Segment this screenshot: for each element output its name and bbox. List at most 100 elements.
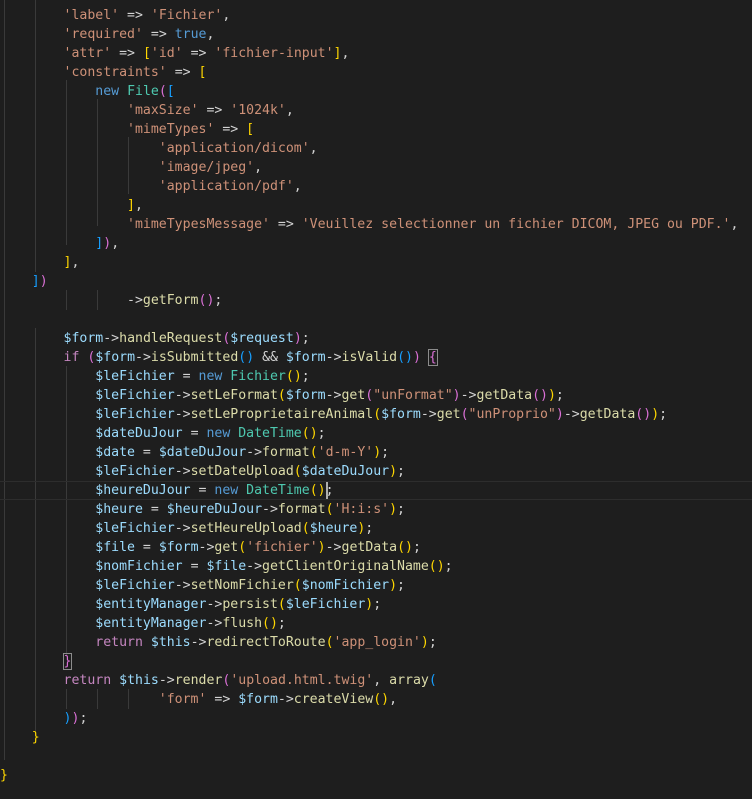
code-line[interactable]: 'application/dicom',: [0, 139, 752, 158]
code-punctuation: ,: [285, 103, 294, 118]
code-punctuation: ->: [325, 540, 342, 555]
code-line[interactable]: $leFichier->setNomFichier($nomFichier);: [0, 576, 752, 595]
code-line[interactable]: if ($form->isSubmitted() && $form->isVal…: [0, 348, 752, 367]
code-bracket: ): [39, 274, 48, 289]
code-line[interactable]: ->getForm();: [0, 291, 752, 310]
code-line[interactable]: 'form' => $form->createView(),: [0, 690, 752, 709]
code-line[interactable]: $leFichier->setDateUpload($dateDuJour);: [0, 462, 752, 481]
code-punctuation: ;: [277, 616, 286, 631]
code-control-keyword: return: [63, 673, 112, 688]
code-variable: $leFichier: [95, 407, 175, 422]
code-variable: $form: [63, 331, 104, 346]
code-punctuation: ,: [206, 27, 215, 42]
code-punctuation: =: [182, 426, 207, 441]
code-punctuation: ;: [555, 388, 564, 403]
code-function: createView: [293, 692, 374, 707]
code-line[interactable]: $heure = $heureDuJour->format('H:i:s');: [0, 500, 752, 519]
code-punctuation: [0, 198, 127, 213]
code-line[interactable]: 'application/pdf',: [0, 177, 752, 196]
code-punctuation: [0, 483, 95, 498]
code-line[interactable]: 'maxSize' => '1024k',: [0, 101, 752, 120]
code-line[interactable]: 'image/jpeg',: [0, 158, 752, 177]
code-punctuation: [0, 179, 159, 194]
text-cursor: [326, 482, 328, 499]
code-bracket: (: [293, 464, 302, 479]
code-class-name: DateTime: [238, 426, 302, 441]
code-line[interactable]: }: [0, 766, 752, 785]
code-punctuation: [0, 578, 95, 593]
code-variable: $dateDuJour: [158, 445, 247, 460]
code-line[interactable]: ]),: [0, 234, 752, 253]
code-punctuation: [0, 597, 95, 612]
code-bracket: (: [460, 407, 469, 422]
code-bracket: ): [420, 635, 429, 650]
code-line[interactable]: $nomFichier = $file->getClientOriginalNa…: [0, 557, 752, 576]
code-line[interactable]: return $this->render ('upload.html.twig',…: [0, 671, 752, 690]
code-string: 'image/jpeg': [158, 160, 255, 175]
code-line[interactable]: $date = $dateDuJour->format('d-m-Y');: [0, 443, 752, 462]
code-line[interactable]: ]): [0, 272, 752, 291]
code-string: 'H:i:s': [333, 502, 390, 517]
code-editor[interactable]: 'label' => 'Fichier', 'required' => true…: [0, 0, 752, 799]
code-string: 'form': [158, 692, 207, 707]
code-line[interactable]: $heureDuJour = new DateTime();: [0, 481, 752, 500]
code-punctuation: [0, 84, 95, 99]
code-bracket: (): [309, 483, 326, 498]
code-punctuation: [0, 426, 95, 441]
code-class-name: File: [127, 84, 159, 99]
code-keyword: true: [174, 27, 207, 42]
code-line[interactable]: $dateDuJour = new DateTime();: [0, 424, 752, 443]
code-line[interactable]: $leFichier->setLeFormat($form->get("unFo…: [0, 386, 752, 405]
code-variable: $dateDuJour: [301, 464, 390, 479]
code-punctuation: ->: [174, 521, 191, 536]
code-line[interactable]: ],: [0, 196, 752, 215]
code-function: persist: [222, 597, 278, 612]
code-line[interactable]: }: [0, 652, 752, 671]
code-string: 'app_login': [333, 635, 421, 650]
code-punctuation: [0, 27, 64, 42]
code-line[interactable]: $leFichier->setHeureUpload($heure);: [0, 519, 752, 538]
code-line[interactable]: 'mimeTypes' => [: [0, 120, 752, 139]
code-line[interactable]: $form->handleRequest($request);: [0, 329, 752, 348]
code-string: 'mimeTypesMessage': [127, 217, 270, 232]
code-bracket: (: [428, 673, 437, 688]
code-punctuation: [0, 635, 95, 650]
code-punctuation: ->: [198, 540, 215, 555]
code-line[interactable]: 'constraints' => [: [0, 63, 752, 82]
code-line[interactable]: }: [0, 728, 752, 747]
code-punctuation: ->: [325, 350, 342, 365]
code-bracket: ): [555, 407, 564, 422]
code-line[interactable]: return $this->redirectToRoute('app_login…: [0, 633, 752, 652]
code-function: get: [214, 540, 239, 555]
code-line[interactable]: new File([: [0, 82, 752, 101]
code-line[interactable]: 'attr' => ['id' => 'fichier-input'],: [0, 44, 752, 63]
code-bracket: ): [293, 331, 302, 346]
code-bracket: ): [389, 502, 398, 517]
code-punctuation: [0, 445, 95, 460]
code-function: setNomFichier: [190, 578, 294, 593]
code-punctuation: [0, 407, 95, 422]
code-punctuation: ;: [412, 540, 421, 555]
code-line[interactable]: [0, 310, 752, 329]
code-line[interactable]: ],: [0, 253, 752, 272]
code-line[interactable]: $entityManager->flush();: [0, 614, 752, 633]
code-line[interactable]: [0, 747, 752, 766]
code-function: setLeProprietaireAnimal: [190, 407, 374, 422]
code-line[interactable]: $leFichier = new Fichier();: [0, 367, 752, 386]
code-punctuation: [0, 160, 159, 175]
code-punctuation: ;: [397, 502, 405, 517]
code-punctuation: [0, 692, 159, 707]
code-punctuation: ;: [381, 445, 390, 460]
code-line[interactable]: ));: [0, 709, 752, 728]
code-line[interactable]: $file = $form->get('fichier')->getData()…: [0, 538, 752, 557]
code-bracket: ]: [127, 198, 135, 213]
code-function: setLeFormat: [190, 388, 278, 403]
code-line[interactable]: 'required' => true,: [0, 25, 752, 44]
code-punctuation: ;: [444, 559, 453, 574]
code-line[interactable]: 'mimeTypesMessage' => 'Veuillez selectio…: [0, 215, 752, 234]
code-line[interactable]: $entityManager->persist($leFichier);: [0, 595, 752, 614]
code-line[interactable]: 'label' => 'Fichier',: [0, 6, 752, 25]
code-punctuation: ->: [262, 502, 278, 517]
code-line[interactable]: $leFichier->setLeProprietaireAnimal($for…: [0, 405, 752, 424]
code-punctuation: ->: [0, 293, 143, 308]
